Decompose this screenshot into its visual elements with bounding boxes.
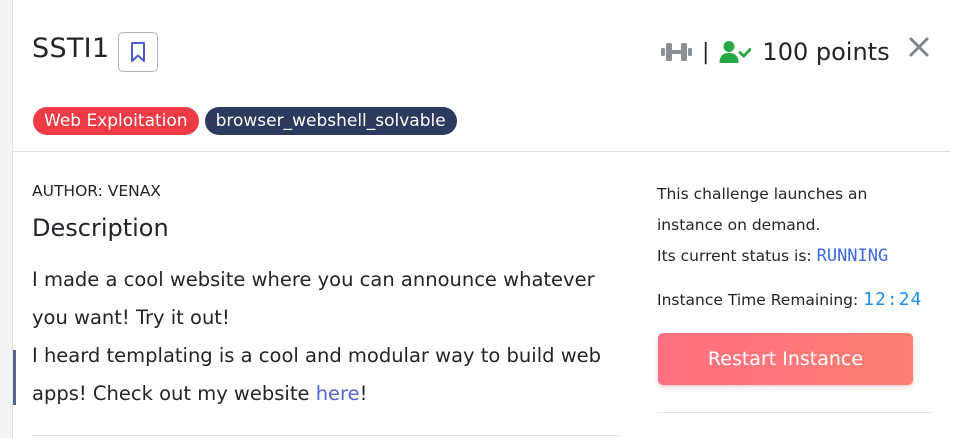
status-label: Its current status is: (657, 247, 817, 265)
time-label: Instance Time Remaining: (657, 291, 864, 309)
status-value: RUNNING (816, 246, 889, 266)
challenge-title: SSTI1 (32, 33, 110, 64)
timer-line: Instance Time Remaining: 12:24 (657, 284, 937, 316)
bookmark-button[interactable] (118, 32, 158, 72)
user-check-icon (719, 41, 752, 63)
description-body: I made a cool website where you can anno… (32, 261, 622, 413)
instance-divider (657, 412, 932, 413)
close-button[interactable] (906, 34, 932, 60)
meta-separator: | (702, 39, 710, 65)
description-line-1: I made a cool website where you can anno… (32, 268, 595, 329)
challenge-modal: SSTI1 | 100 points Web Exploitation brow… (12, 0, 961, 438)
tag-browser-webshell-solvable[interactable]: browser_webshell_solvable (204, 107, 457, 135)
launch-text-1: This challenge launches an (657, 185, 868, 203)
description-line-2: I heard templating is a cool and modular… (32, 337, 622, 413)
dumbbell-icon (661, 43, 692, 61)
bookmark-icon (131, 42, 145, 62)
points-value: 100 points (762, 38, 890, 66)
description-divider (32, 435, 619, 436)
author-label: AUTHOR: VENAX (32, 182, 161, 200)
description-heading: Description (32, 214, 169, 242)
description-punctuation: ! (359, 382, 368, 405)
tag-list: Web Exploitation browser_webshell_solvab… (33, 107, 463, 135)
page-edge-marker (13, 350, 16, 405)
close-icon (909, 37, 929, 57)
status-line: Its current status is: RUNNING (657, 241, 937, 272)
tag-web-exploitation[interactable]: Web Exploitation (33, 107, 199, 135)
time-remaining-value: 12:24 (863, 289, 923, 310)
restart-instance-button[interactable]: Restart Instance (658, 333, 913, 385)
launch-text-2: instance on demand. (657, 216, 821, 234)
instance-panel: This challenge launches an instance on d… (657, 179, 937, 316)
header-divider (13, 151, 950, 152)
website-link[interactable]: here (316, 382, 360, 405)
challenge-meta: | 100 points (660, 34, 890, 70)
